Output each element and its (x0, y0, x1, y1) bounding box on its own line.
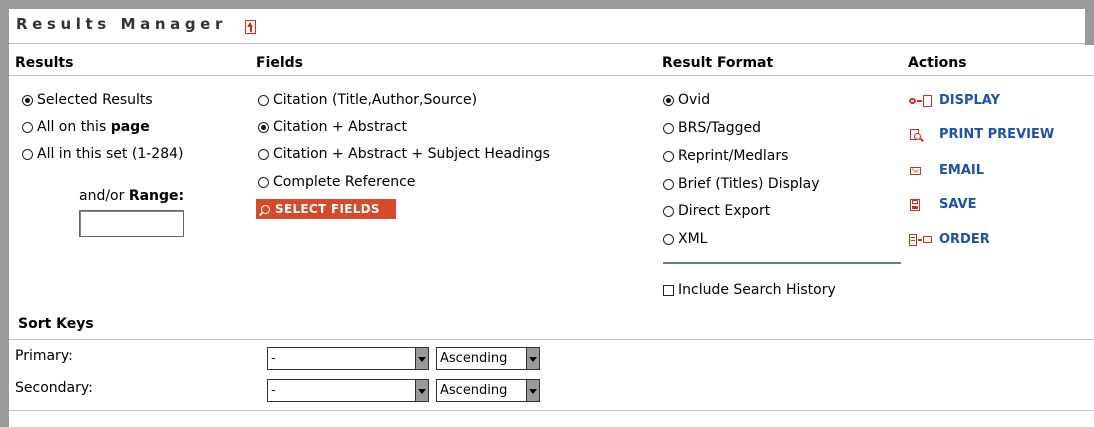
checkbox-icon[interactable] (663, 284, 674, 296)
select-value: - (271, 383, 276, 398)
radio-icon[interactable] (258, 148, 269, 160)
sort-divider-top (9, 339, 1094, 340)
radio-icon[interactable] (22, 121, 33, 133)
save-action[interactable]: SAVE (908, 197, 976, 212)
format-reprint-option[interactable]: Reprint/Medlars (663, 148, 788, 164)
range-label-prefix: and/or (79, 188, 129, 204)
secondary-label: Secondary: (15, 380, 93, 396)
sort-keys-heading: Sort Keys (18, 316, 94, 332)
envelope-icon (908, 164, 934, 178)
magnifier-icon (261, 204, 270, 214)
back-to-top-icon[interactable] (245, 20, 256, 34)
select-value: Ascending (440, 383, 508, 398)
format-brief-option[interactable]: Brief (Titles) Display (663, 176, 820, 192)
title-bar: Results Manager (9, 9, 1085, 44)
results-heading: Results (15, 55, 74, 71)
email-label: EMAIL (939, 163, 984, 178)
fields-heading: Fields (256, 55, 304, 71)
floppy-disk-icon (908, 198, 934, 212)
option-label: BRS/Tagged (678, 120, 762, 136)
field-citation-abstract-subject-option[interactable]: Citation + Abstract + Subject Headings (258, 146, 550, 162)
order-icon (908, 233, 934, 247)
radio-icon[interactable] (663, 150, 674, 162)
window-frame-right (1085, 0, 1094, 45)
email-action[interactable]: EMAIL (908, 163, 984, 178)
radio-icon[interactable] (258, 94, 269, 106)
option-label: Selected Results (37, 92, 153, 108)
chevron-down-icon[interactable] (415, 380, 428, 401)
primary-label: Primary: (15, 348, 73, 364)
order-label: ORDER (939, 232, 990, 247)
format-xml-option[interactable]: XML (663, 231, 707, 247)
option-label: Direct Export (678, 203, 771, 219)
radio-icon[interactable] (258, 121, 269, 133)
window-frame-left (0, 0, 9, 427)
option-label: Ovid (678, 92, 711, 108)
radio-icon[interactable] (663, 94, 674, 106)
field-complete-reference-option[interactable]: Complete Reference (258, 174, 415, 190)
chevron-down-icon[interactable] (526, 380, 539, 401)
option-label: Reprint/Medlars (678, 148, 789, 164)
actions-heading: Actions (908, 55, 967, 71)
radio-icon[interactable] (663, 122, 674, 134)
header-divider (9, 75, 1094, 76)
primary-order-select[interactable]: Ascending (436, 347, 540, 370)
select-value: Ascending (440, 351, 508, 366)
select-value: - (271, 351, 276, 366)
option-label: All on this (37, 119, 111, 135)
all-in-set-option[interactable]: All in this set (1-284) (22, 146, 183, 162)
format-ovid-option[interactable]: Ovid (663, 92, 710, 108)
format-brs-option[interactable]: BRS/Tagged (663, 120, 761, 136)
page-title: Results Manager (16, 15, 227, 33)
option-label: Include Search History (678, 282, 836, 298)
result-format-heading: Result Format (662, 55, 774, 71)
display-label: DISPLAY (939, 93, 1001, 108)
field-citation-option[interactable]: Citation (Title,Author,Source) (258, 92, 477, 108)
format-divider (663, 262, 901, 264)
option-label: Citation + Abstract (273, 119, 407, 135)
secondary-order-select[interactable]: Ascending (436, 379, 540, 402)
display-action[interactable]: DISPLAY (908, 93, 1000, 108)
option-label: XML (678, 231, 708, 247)
all-on-page-option[interactable]: All on this page (22, 119, 150, 135)
select-fields-button[interactable]: SELECT FIELDS (256, 199, 396, 219)
print-preview-icon (908, 128, 934, 142)
sort-divider-bottom (9, 410, 1094, 411)
option-label: Complete Reference (273, 174, 416, 190)
display-icon (908, 94, 934, 108)
radio-icon[interactable] (663, 205, 674, 217)
select-fields-label: SELECT FIELDS (275, 202, 380, 216)
radio-icon[interactable] (258, 176, 269, 188)
radio-icon[interactable] (663, 233, 674, 245)
range-label: and/or Range: (79, 188, 184, 204)
option-label: Citation + Abstract + Subject Headings (273, 146, 550, 162)
save-label: SAVE (939, 197, 977, 212)
chevron-down-icon[interactable] (526, 348, 539, 369)
radio-icon[interactable] (22, 94, 33, 106)
option-label: Brief (Titles) Display (678, 176, 820, 192)
radio-icon[interactable] (22, 148, 33, 160)
selected-results-option[interactable]: Selected Results (22, 92, 153, 108)
primary-field-select[interactable]: - (267, 347, 429, 370)
option-label: All in this set (1-284) (37, 146, 184, 162)
range-label-bold: Range: (128, 188, 185, 204)
secondary-field-select[interactable]: - (267, 379, 429, 402)
format-direct-export-option[interactable]: Direct Export (663, 203, 770, 219)
radio-icon[interactable] (663, 178, 674, 190)
print-preview-label: PRINT PREVIEW (939, 127, 1055, 142)
option-label: Citation (Title,Author,Source) (273, 92, 478, 108)
option-label-bold: page (110, 119, 150, 135)
order-action[interactable]: ORDER (908, 232, 990, 247)
include-search-history-option[interactable]: Include Search History (663, 282, 836, 298)
range-input[interactable] (79, 210, 184, 237)
chevron-down-icon[interactable] (415, 348, 428, 369)
field-citation-abstract-option[interactable]: Citation + Abstract (258, 119, 407, 135)
print-preview-action[interactable]: PRINT PREVIEW (908, 127, 1054, 142)
window-frame-top (0, 0, 1094, 9)
